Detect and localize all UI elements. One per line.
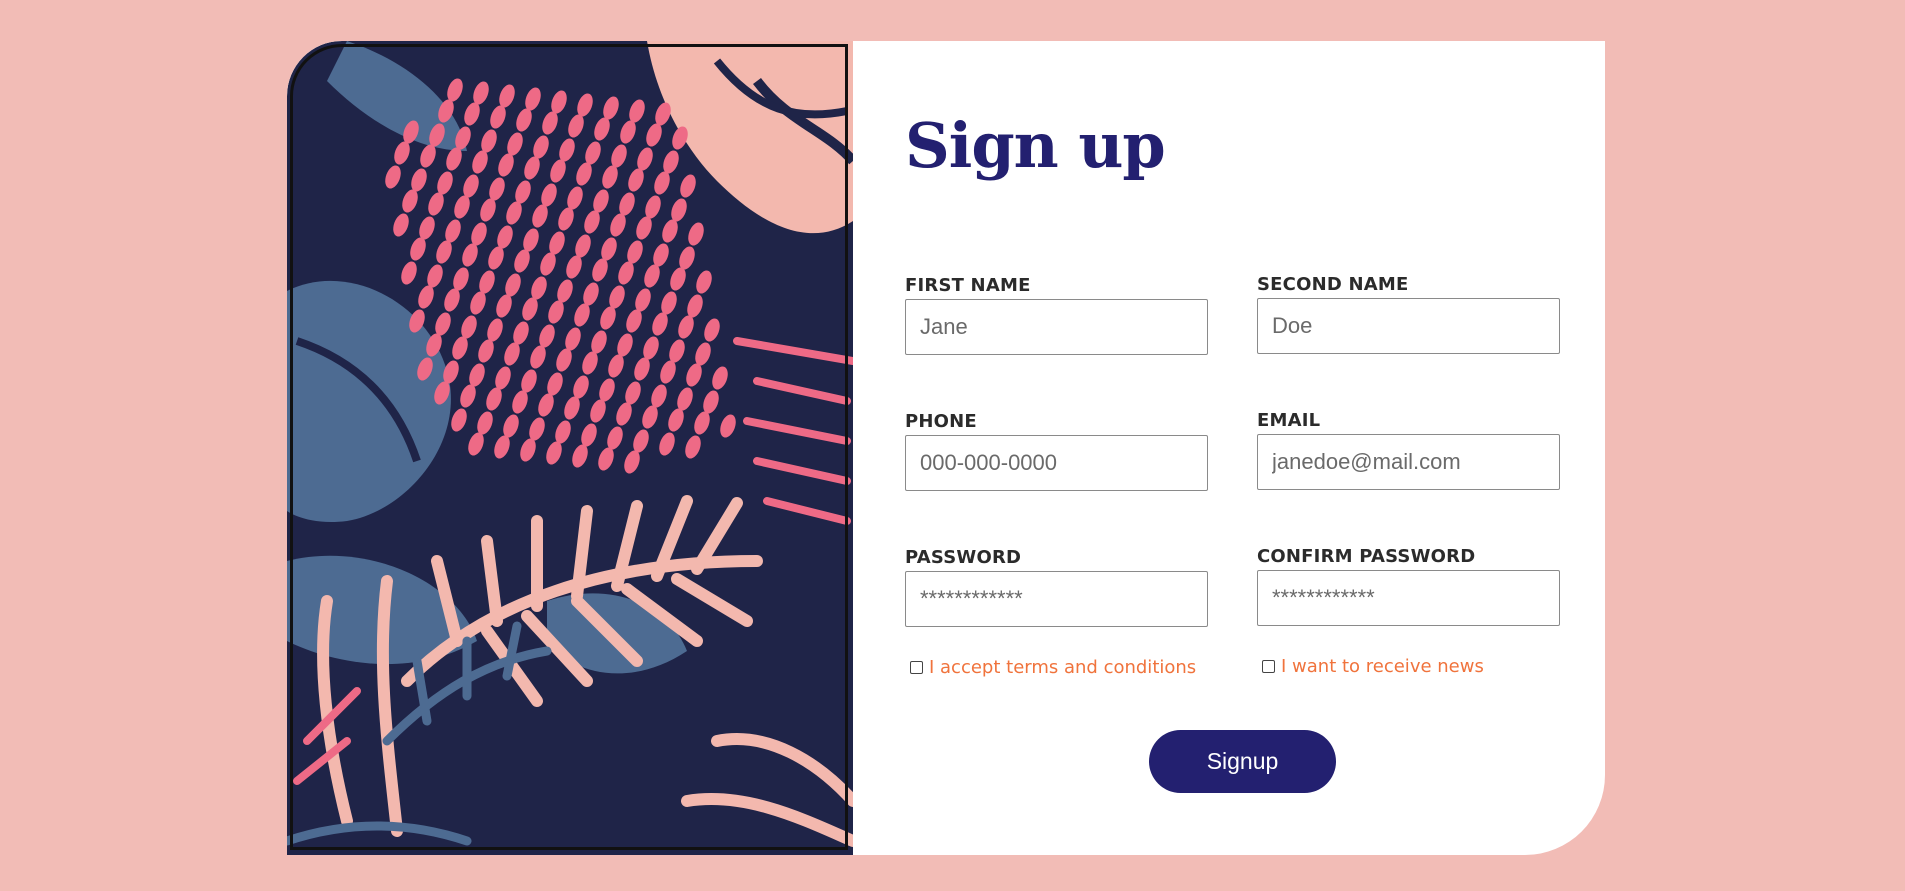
terms-label[interactable]: I accept terms and conditions [929, 657, 1196, 678]
news-checkbox[interactable] [1262, 660, 1275, 673]
first-name-group: FIRST NAME [905, 275, 1210, 355]
email-label: EMAIL [1257, 410, 1321, 431]
password-input[interactable] [905, 571, 1208, 627]
first-name-label: FIRST NAME [905, 275, 1031, 296]
news-label[interactable]: I want to receive news [1281, 656, 1484, 677]
signup-button[interactable]: Signup [1149, 730, 1336, 793]
confirm-password-input[interactable] [1257, 570, 1560, 626]
signup-card: Sign up FIRST NAME SECOND NAME PHONE EMA… [287, 41, 1605, 855]
news-checkbox-row[interactable]: I want to receive news [1262, 656, 1484, 677]
terms-checkbox-row[interactable]: I accept terms and conditions [910, 657, 1196, 678]
terms-checkbox[interactable] [910, 661, 923, 674]
phone-group: PHONE [905, 411, 1210, 491]
phone-input[interactable] [905, 435, 1208, 491]
second-name-group: SECOND NAME [1257, 274, 1562, 354]
first-name-input[interactable] [905, 299, 1208, 355]
password-group: PASSWORD [905, 547, 1210, 627]
phone-label: PHONE [905, 411, 977, 432]
email-group: EMAIL [1257, 410, 1562, 490]
confirm-password-group: CONFIRM PASSWORD [1257, 546, 1562, 626]
confirm-password-label: CONFIRM PASSWORD [1257, 546, 1476, 567]
page-title: Sign up [905, 109, 1166, 182]
password-label: PASSWORD [905, 547, 1022, 568]
second-name-input[interactable] [1257, 298, 1560, 354]
email-input[interactable] [1257, 434, 1560, 490]
tropical-leaves-illustration [287, 41, 853, 855]
second-name-label: SECOND NAME [1257, 274, 1409, 295]
